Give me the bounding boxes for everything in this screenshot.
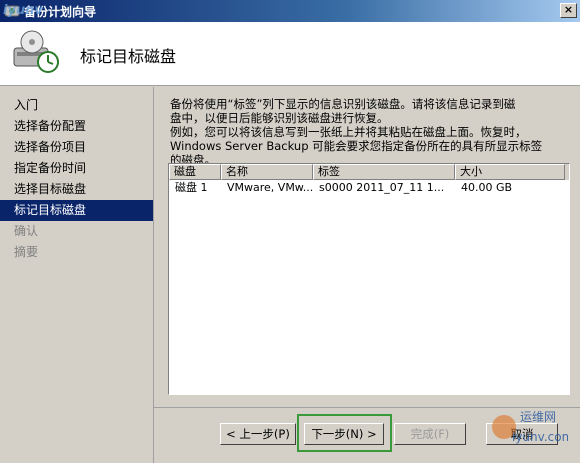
page-title: 标记目标磁盘	[80, 47, 177, 66]
description-line: Windows Server Backup 可能会要求您指定备份所在的具有所显示…	[170, 139, 543, 153]
title-bar: 备份计划向导 ×	[0, 0, 580, 22]
table-header: 磁盘 名称 标签 大小	[169, 164, 569, 180]
watermark-logo-bottom: 运维网 iyunv.com	[492, 410, 568, 444]
step-getting-started[interactable]: 入门	[0, 95, 153, 116]
step-backup-time[interactable]: 指定备份时间	[0, 158, 153, 179]
column-header-name[interactable]: 名称	[221, 164, 313, 180]
description-line: 备份将使用“标签”列下显示的信息识别该磁盘。请将该信息记录到磁	[170, 97, 516, 111]
column-header-disk[interactable]: 磁盘	[169, 164, 221, 180]
wizard-steps: 入门 选择备份配置 选择备份项目 指定备份时间 选择目标磁盘 标记目标磁盘 确认…	[0, 87, 153, 463]
step-select-target-disk[interactable]: 选择目标磁盘	[0, 179, 153, 200]
step-confirm: 确认	[14, 224, 39, 238]
finish-button: 完成(F)	[394, 423, 466, 445]
step-label-target-disk[interactable]: 标记目标磁盘	[0, 200, 153, 221]
column-header-size[interactable]: 大小	[455, 164, 565, 180]
watermark-text-en: iyunv.com	[512, 430, 568, 444]
cell-name: VMware, VMw...	[227, 181, 313, 194]
table-row[interactable]: 磁盘 1 VMware, VMw... s0000 2011_07_11 1..…	[169, 180, 569, 196]
watermark-logo: iyunv	[3, 3, 43, 18]
watermark-text-cn: 运维网	[520, 410, 556, 424]
backup-disk-icon	[13, 30, 59, 73]
step-backup-config[interactable]: 选择备份配置	[0, 116, 153, 137]
step-backup-items[interactable]: 选择备份项目	[0, 137, 153, 158]
next-button[interactable]: 下一步(N) >	[304, 423, 384, 445]
cell-size: 40.00 GB	[461, 181, 513, 194]
wizard-header: 标记目标磁盘	[0, 22, 580, 86]
cell-label: s0000 2011_07_11 1...	[319, 181, 445, 194]
cell-disk: 磁盘 1	[175, 181, 208, 194]
description-line: 盘中，以便日后能够识别该磁盘进行恢复。	[170, 111, 389, 125]
disk-table[interactable]: 磁盘 名称 标签 大小 磁盘 1 VMware, VMw... s0000 20…	[168, 163, 570, 395]
close-button[interactable]: ×	[560, 3, 577, 18]
column-header-label[interactable]: 标签	[313, 164, 455, 180]
back-button[interactable]: < 上一步(P)	[220, 423, 296, 445]
description-line: 例如，您可以将该信息写到一张纸上并将其粘贴在磁盘上面。恢复时，	[170, 125, 527, 139]
description-text: 备份将使用“标签”列下显示的信息识别该磁盘。请将该信息记录到磁 盘中，以便日后能…	[170, 97, 574, 167]
step-summary: 摘要	[14, 245, 39, 259]
main-content: 备份将使用“标签”列下显示的信息识别该磁盘。请将该信息记录到磁 盘中，以便日后能…	[153, 87, 580, 407]
